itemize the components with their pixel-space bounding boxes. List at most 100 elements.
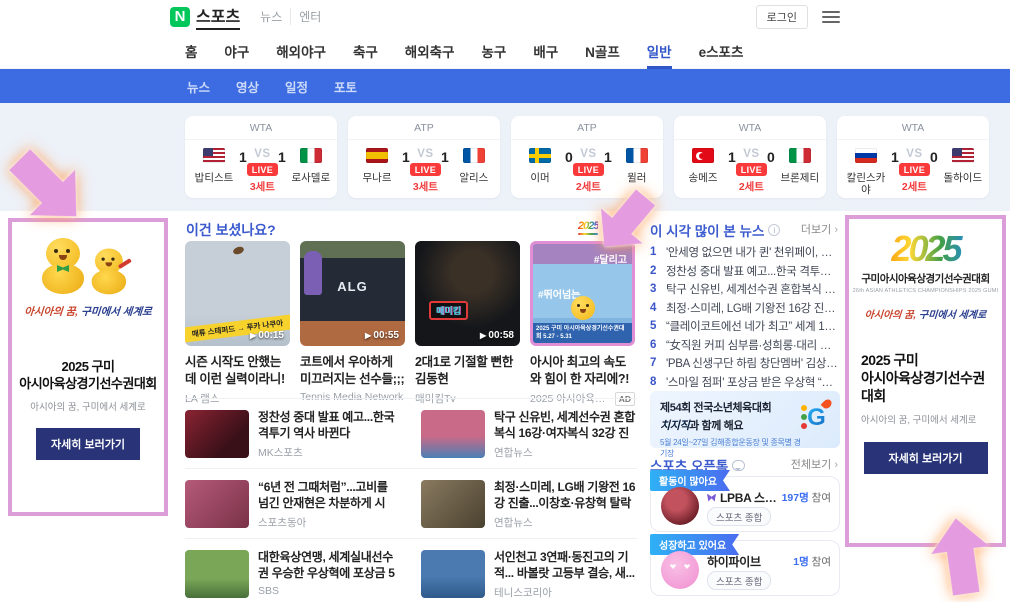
most-viewed-item[interactable]: 7'PBA 신생구단 하림 창단멤버' 김상아 “고창급이라 ... xyxy=(650,354,840,373)
video-card[interactable]: 매미킴 00:58 2대1로 기절할 뻔한 김동현 매미킴Tv xyxy=(415,241,520,406)
brand-sports[interactable]: 스포츠 xyxy=(196,3,240,30)
news-item[interactable]: “6년 전 그때처럼”...고비를 넘긴 안재현은 차분하게 시상... 스포츠… xyxy=(185,480,401,530)
most-viewed-item[interactable]: 2정찬성 중대 발표 예고...한국 격투기 역사 바뀐다 xyxy=(650,262,840,281)
video-title[interactable]: 2대1로 기절할 뻔한 김동현 xyxy=(415,354,520,387)
score-card[interactable]: WTA 송메즈 1 VS LIVE 2세트 0 xyxy=(674,116,826,198)
news-title[interactable]: 탁구 신유빈, 세계선수권 혼합복식 16강·여자복식 32강 진출 xyxy=(494,410,637,441)
news-item[interactable]: 최정·스미레, LG배 기왕전 16강 진출...이창호·유창혁 탈락 연합뉴스 xyxy=(421,480,637,530)
hashtag-overlay: #달리고 xyxy=(594,251,627,266)
news-title[interactable]: 최정·스미레, LG배 기왕전 16강 진출...이창호·유창혁 탈락 xyxy=(494,480,637,511)
left-ad-gumi-athletics[interactable]: 아시아의 꿈, 구미에서 세계로 2025 구미아시아육상경기선수권대회 아시아… xyxy=(8,218,168,516)
score-card[interactable]: WTA 칼린스카야 1 VS LIVE 2세트 0 xyxy=(837,116,989,198)
team-name: 이머 xyxy=(520,172,560,184)
vs-label: VS xyxy=(580,148,596,160)
tab-home[interactable]: 홈 xyxy=(185,33,197,69)
room-avatar xyxy=(661,487,699,525)
score-card[interactable]: WTA 밥티스트 1 VS LIVE 3세트 1 xyxy=(185,116,337,198)
subnav-photo[interactable]: 포토 xyxy=(334,77,357,96)
news-item[interactable]: 정찬성 중대 발표 예고...한국 격투기 역사 바뀐다 MK스포츠 xyxy=(185,410,401,460)
subnav-news[interactable]: 뉴스 xyxy=(187,77,210,96)
video-thumbnail[interactable]: 매미킴 00:58 xyxy=(415,241,520,346)
opentalk-ribbon-badge: 성장하고 있어요 xyxy=(650,534,739,555)
most-viewed-item[interactable]: 5“클레이코트에선 네가 최고” 세계 1위 상대도 인정... xyxy=(650,317,840,336)
opentalk-room[interactable]: 활동이 많아요 LPBA 스롱 피아비 ... 197명 참여 스포츠 종합 xyxy=(650,476,840,532)
news-title[interactable]: 서인천고 3연패·동진고의 기적... 바볼랏 고등부 결승, 새... xyxy=(494,550,637,581)
team-flag-icon xyxy=(626,148,648,163)
news-item[interactable]: 대한육상연맹, 세계실내선수권 우승한 우상혁에 포상금 5천... SBS xyxy=(185,550,401,598)
news-thumbnail xyxy=(185,410,249,458)
team-flag-icon xyxy=(692,148,714,163)
most-viewed-item[interactable]: 3탁구 신유빈, 세계선수권 혼합복식 16강·여자복식 3... xyxy=(650,280,840,299)
most-viewed-item[interactable]: 1'안세영 없으면 내가 퀸' 천위페이, 태국오픈 우승→홀... xyxy=(650,243,840,262)
opentalk-ribbon-badge: 활동이 많아요 xyxy=(650,470,730,491)
score-card[interactable]: ATP 무나르 1 VS LIVE 3세트 1 xyxy=(348,116,500,198)
news-title[interactable]: “6년 전 그때처럼”...고비를 넘긴 안재현은 차분하게 시상... xyxy=(258,480,401,511)
header-link-enter[interactable]: 엔터 xyxy=(290,8,329,25)
header-link-news[interactable]: 뉴스 xyxy=(252,8,290,25)
sub-navigation: 뉴스 영상 일정 포토 xyxy=(0,69,1010,103)
thumbnail-banner-text: 2025 구미 아시아육상경기선수권대회 5.27 - 5.31 xyxy=(533,323,632,343)
gyeongnam-games-logo: G xyxy=(801,399,832,448)
tab-world-soccer[interactable]: 해외축구 xyxy=(405,33,455,69)
room-avatar xyxy=(661,551,699,589)
news-thumbnail xyxy=(421,550,485,598)
news-title[interactable]: 대한육상연맹, 세계실내선수권 우승한 우상혁에 포상금 5천... xyxy=(258,550,401,581)
league-label: ATP xyxy=(348,116,500,140)
opentalk-more-link[interactable]: 전체보기 xyxy=(791,456,838,472)
news-item[interactable]: 서인천고 3연패·동진고의 기적... 바볼랏 고등부 결승, 새... 테니스… xyxy=(421,550,637,600)
video-title[interactable]: 아시아 최고의 속도와 힘이 한 자리에?! xyxy=(530,354,635,387)
login-button[interactable]: 로그인 xyxy=(756,5,808,29)
tab-volleyball[interactable]: 배구 xyxy=(533,33,558,69)
chzzk-event-banner[interactable]: 제54회 전국소년체육대회 치지직과 함께 해요 5월 24일~27일 김해종합… xyxy=(650,391,840,448)
video-card[interactable]: 매튜 스태퍼드 → 푸카 나쿠아 00:15 시즌 시작도 안했는데 이런 실력… xyxy=(185,241,290,406)
header-links: 뉴스 엔터 xyxy=(252,8,329,25)
most-viewed-item[interactable]: 8'스마일 점퍼' 포상금 받은 우상혁 “구미 아시아선수... xyxy=(650,373,840,392)
live-badge: LIVE xyxy=(573,163,604,176)
opentalk-room[interactable]: 성장하고 있어요 하이파이브 1명 참여 스포츠 종합 xyxy=(650,540,840,596)
video-thumbnail[interactable]: 매튜 스태퍼드 → 푸카 나쿠아 00:15 xyxy=(185,241,290,346)
news-item[interactable]: 탁구 신유빈, 세계선수권 혼합복식 16강·여자복식 32강 진출 연합뉴스 xyxy=(421,410,637,460)
news-title[interactable]: 정찬성 중대 발표 예고...한국 격투기 역사 바뀐다 xyxy=(258,410,401,441)
video-card[interactable]: ALG 00:55 코트에서 우아하게 미끄러지는 선수들;;; Tennis … xyxy=(300,241,405,406)
team-score: 0 xyxy=(565,149,573,194)
video-thumbnail[interactable]: ALG 00:55 xyxy=(300,241,405,346)
team-flag-icon xyxy=(300,148,322,163)
info-icon[interactable] xyxy=(768,224,780,236)
tab-soccer[interactable]: 축구 xyxy=(353,33,378,69)
naver-sports-page: N 스포츠 뉴스 엔터 로그인 홈 야구 해외야구 축구 해외축구 농구 배구 … xyxy=(0,0,1010,602)
ad-detail-button[interactable]: 자세히 보러가기 xyxy=(864,442,988,474)
room-name[interactable]: 하이파이브 xyxy=(707,553,761,570)
team-flag-icon xyxy=(789,148,811,163)
tab-world-baseball[interactable]: 해외야구 xyxy=(276,33,326,69)
most-viewed-item[interactable]: 4최정·스미레, LG배 기왕전 16강 진출...이창호·유창혁 ... xyxy=(650,299,840,318)
score-card[interactable]: ATP 이머 0 VS LIVE 2세트 1 xyxy=(511,116,663,198)
team-name: 알리스 xyxy=(454,172,494,184)
video-card-sponsored[interactable]: #달리고 #뛰어넘는 2025 구미 아시아육상경기선수권대회 5.27 - 5… xyxy=(530,241,635,406)
room-name[interactable]: LPBA 스롱 피아비 ... xyxy=(720,489,782,506)
subnav-schedule[interactable]: 일정 xyxy=(285,77,308,96)
most-viewed-item[interactable]: 6“女직원 커피 심부름·성희롱·대리 운전 지시” OO시 ... xyxy=(650,336,840,355)
tab-baseball[interactable]: 야구 xyxy=(224,33,249,69)
team-flag-icon xyxy=(366,148,388,163)
video-duration: 00:55 xyxy=(365,330,399,341)
video-title[interactable]: 코트에서 우아하게 미끄러지는 선수들;;; xyxy=(300,354,405,387)
ad-detail-button[interactable]: 자세히 보러가기 xyxy=(36,428,140,460)
tab-basketball[interactable]: 농구 xyxy=(481,33,506,69)
tab-esports[interactable]: e스포츠 xyxy=(699,33,744,69)
subnav-video[interactable]: 영상 xyxy=(236,77,259,96)
right-ad-gumi-athletics[interactable]: 2025 구미아시아육상경기선수권대회 26th ASIAN ATHLETICS… xyxy=(845,215,1006,547)
football-icon xyxy=(232,245,245,255)
news-source: MK스포츠 xyxy=(258,445,401,460)
video-card-row: 매튜 스태퍼드 → 푸카 나쿠아 00:15 시즌 시작도 안했는데 이런 실력… xyxy=(185,241,635,406)
most-viewed-more-link[interactable]: 더보기 xyxy=(801,221,838,237)
tab-ngolf[interactable]: N골프 xyxy=(585,33,620,69)
news-thumbnail xyxy=(421,410,485,458)
set-status: 2세트 xyxy=(902,179,927,194)
tab-general-active[interactable]: 일반 xyxy=(647,33,672,69)
video-title[interactable]: 시즌 시작도 안했는데 이런 실력이라니! xyxy=(185,354,290,387)
live-badge: LIVE xyxy=(736,163,767,176)
video-thumbnail[interactable]: #달리고 #뛰어넘는 2025 구미 아시아육상경기선수권대회 5.27 - 5… xyxy=(530,241,635,346)
hamburger-menu-icon[interactable] xyxy=(822,11,840,23)
naver-logo-icon[interactable]: N xyxy=(170,7,190,27)
mascot-characters xyxy=(12,238,164,296)
